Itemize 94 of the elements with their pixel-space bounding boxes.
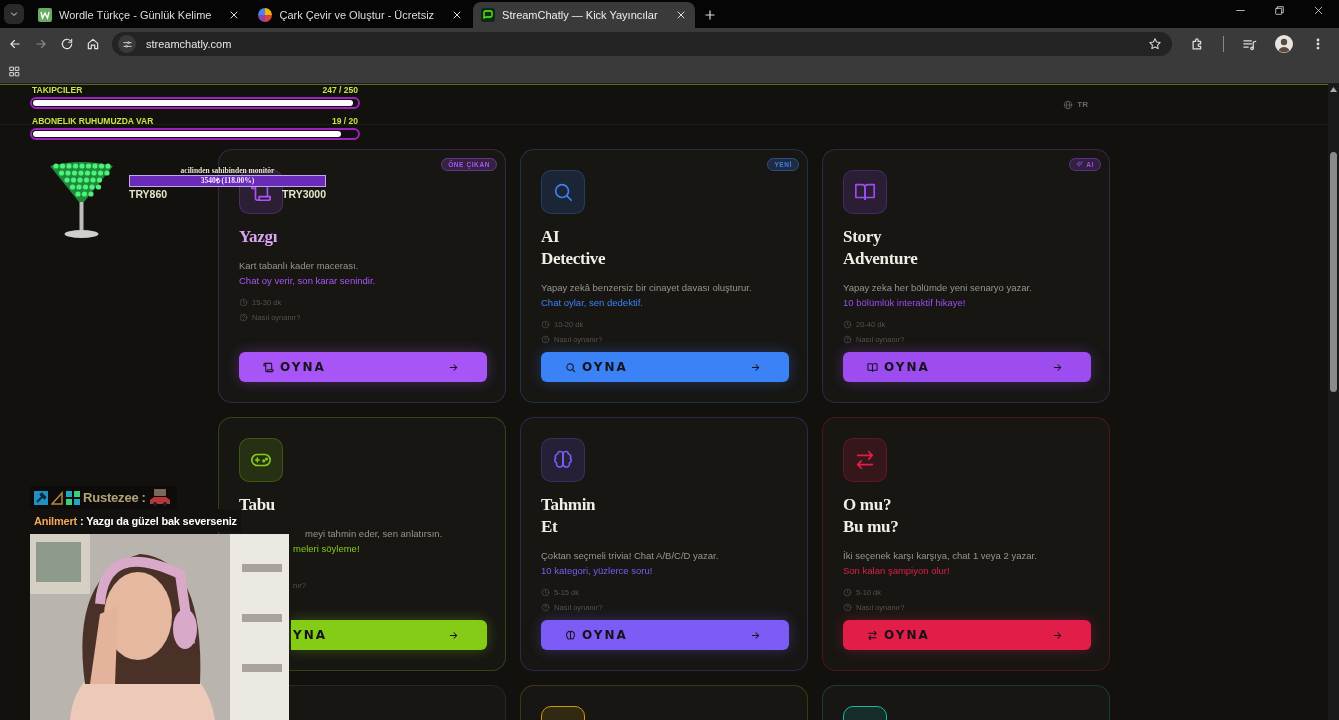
scroll-up-icon[interactable] [1330,87,1337,92]
arrow-icon [750,361,761,373]
sparkle-icon [1076,161,1084,168]
goal-count: 247 / 250 [322,84,358,95]
tab-title: Wordle Türkçe - Günlük Kelime [59,9,212,21]
arrow-icon [750,629,761,641]
clock-icon [843,320,852,329]
clock-icon [541,588,550,597]
game-title: Story Adventure [843,226,918,270]
game-description: Yapay zekâ benzersiz bir cinayet davası oluşturur. [541,281,752,295]
game-description: Yapay zeka her bölümde yeni senaryo yazar. [843,281,1032,295]
goal-label: ABONELIK RUHUMUZDA VAR [32,115,154,126]
game-highlight: Chat oy verir, son karar senindir. [239,274,376,288]
help-icon [541,335,550,344]
game-description: Çoktan seçmeli trivia! Chat A/B/C/D yazar. [541,549,719,563]
arrow-icon [448,629,459,641]
chat-username: Anilmert [34,514,78,527]
browser-tab[interactable]: Çark Çevir ve Oluştur - Ücretsiz [250,2,472,28]
game-highlight: meleri söyleme! [293,542,360,556]
language-link[interactable]: TR [1077,100,1088,109]
goal-label: TAKIPCILER [32,84,83,95]
scrollbar-thumb[interactable] [1330,152,1337,392]
game-highlight: 10 kategori, yüzlerce soru! [541,564,653,578]
goal-target: TRY3000 [282,188,326,200]
goal-start: TRY860 [129,188,168,200]
tab-title: StreamChatly — Kick Yayıncılar [502,9,658,21]
chat-message: : [141,490,146,505]
grid-badge-icon [66,490,80,505]
book-icon [843,170,887,214]
restore-icon[interactable] [1273,3,1286,17]
help-icon [541,603,550,612]
address-bar[interactable]: streamchatly.com [112,32,1172,56]
clock-icon [541,320,550,329]
scrollbar[interactable] [1328,84,1339,720]
chat-username: Rustezee [83,490,139,505]
hammer-badge-icon [34,490,48,505]
letter-tile-icon [38,8,52,22]
arrow-icon [1052,629,1063,641]
address-text: streamchatly.com [146,38,233,50]
color-wheel-icon [258,8,273,22]
forward-icon[interactable] [34,37,48,51]
help-icon [843,603,852,612]
home-icon[interactable] [86,37,100,51]
tab-search-button[interactable] [4,4,24,24]
button-icon [565,361,576,373]
clock-icon [239,298,248,307]
swap-arrows-icon [843,438,887,482]
chat-message: : Yazgı da güzel bak severseniz [80,514,237,527]
browser-tab[interactable]: Wordle Türkçe - Günlük Kelime [30,2,249,28]
button-icon [263,361,274,373]
play-button[interactable]: YNA [291,620,487,650]
cocktail-glass-icon [48,160,115,240]
chat-bubble-icon [481,8,496,22]
sliders-icon [121,38,133,50]
browser-tab[interactable]: StreamChatly — Kick Yayıncılar [473,2,695,28]
game-highlight: Chat oylar, sen dedektif. [541,296,643,310]
arrow-icon [1052,361,1063,373]
button-icon [565,629,576,641]
play-button[interactable]: OYNA [239,352,487,382]
apps-icon[interactable] [8,65,21,78]
play-button[interactable]: OYNA [541,352,789,382]
game-title: O mu? Bu mu? [843,494,899,538]
game-highlight: Son kalan şampiyon olur! [843,564,950,578]
game-title: Tahmin Et [541,494,596,538]
triangle-badge-icon [51,490,63,505]
game-description: İki seçenek karşı karşıya, chat 1 veya 2 yazar. [843,549,1037,563]
new-tab-icon[interactable] [702,8,717,22]
play-button[interactable]: OYNA [843,352,1091,382]
goal-count: 19 / 20 [332,115,358,126]
game-description: meyi tahmin eder, sen anlatırsın. [305,527,443,541]
button-icon [867,629,878,641]
car-emote-icon [148,487,171,508]
back-icon[interactable] [8,37,22,51]
profile-avatar[interactable] [1275,35,1293,53]
brain-icon [541,438,585,482]
game-description: Kart tabanlı kader macerası. [239,259,359,273]
gamepad-icon [239,438,283,482]
reload-icon[interactable] [60,37,74,51]
game-highlight: 10 bölümlük interaktif hikaye! [843,296,966,310]
game-title: AI Detective [541,226,606,270]
button-icon [867,361,878,373]
bookmark-star-icon[interactable] [1148,37,1162,51]
game-title: Yazgı [239,226,278,248]
help-icon [843,335,852,344]
game-title: Tabu [239,494,275,516]
play-button[interactable]: OYNA [541,620,789,650]
help-icon [239,313,248,322]
site-info-button[interactable] [118,35,136,53]
play-button[interactable]: OYNA [843,620,1091,650]
globe-icon [1063,99,1074,110]
search-icon [541,170,585,214]
arrow-icon [448,361,459,373]
clock-icon [843,588,852,597]
tab-title: Çark Çevir ve Oluştur - Ücretsiz [279,9,435,21]
